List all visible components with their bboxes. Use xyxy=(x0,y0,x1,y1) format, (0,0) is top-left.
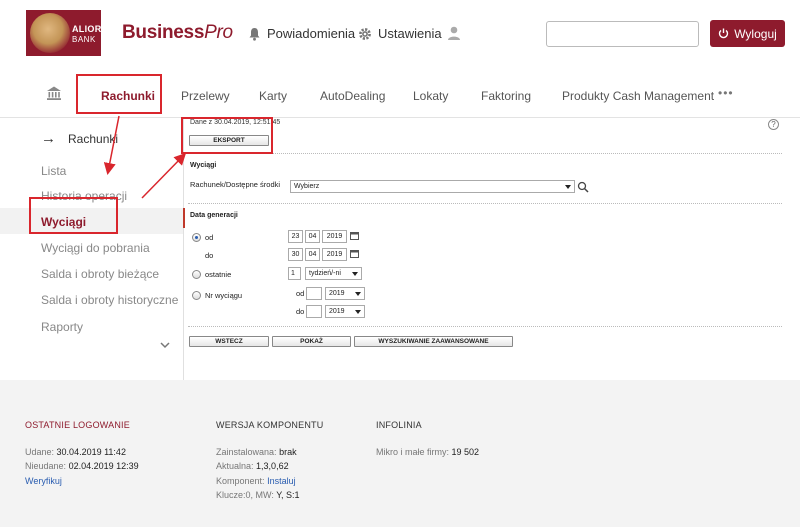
alior-bank-logo[interactable]: ALIOR BANK xyxy=(26,10,101,56)
divider xyxy=(188,153,782,154)
nr-do-input[interactable] xyxy=(306,305,322,318)
brand-main: Business xyxy=(122,22,205,43)
last-count-input[interactable]: 1 xyxy=(288,267,301,280)
header: ALIOR BANK BusinessPro Powiadomienia Ust… xyxy=(0,0,800,72)
component-installed: Zainstalowana: brak xyxy=(216,447,297,457)
install-link[interactable]: Instaluj xyxy=(267,476,296,486)
account-select-value: Wybierz xyxy=(294,183,320,190)
do-month-input[interactable]: 04 xyxy=(305,248,320,261)
arrow-right-icon: → xyxy=(41,130,56,147)
last-login-failed: Nieudane: 02.04.2019 12:39 xyxy=(25,461,139,471)
do-day-input[interactable]: 30 xyxy=(288,248,303,261)
statement-number-label: Nr wyciągu xyxy=(205,291,243,300)
tab-faktoring[interactable]: Faktoring xyxy=(481,89,531,103)
last-unit-select[interactable]: tydzień/-ni xyxy=(305,267,362,280)
od-label: od xyxy=(205,233,214,242)
annotation-box-eksport xyxy=(181,117,273,154)
divider xyxy=(188,203,782,204)
back-button[interactable]: WSTECZ xyxy=(189,336,269,347)
component-keys: Klucze:0, MW: Y, S:1 xyxy=(216,490,300,500)
advanced-search-button[interactable]: WYSZUKIWANIE ZAAWANSOWANE xyxy=(354,336,513,347)
annotation-box-rachunki xyxy=(76,74,162,114)
chevron-down-icon[interactable] xyxy=(160,340,170,350)
nr-do-year-select[interactable]: 2019 xyxy=(325,305,365,318)
sidebar-item-salda-historyczne[interactable]: Salda i obroty historyczne xyxy=(41,293,178,307)
component-install: Komponent: Instaluj xyxy=(216,476,296,486)
account-select[interactable]: Wybierz xyxy=(290,180,575,193)
nr-od-input[interactable] xyxy=(306,287,322,300)
tab-autodealing[interactable]: AutoDealing xyxy=(320,89,385,103)
brand-pro: Pro xyxy=(204,22,233,43)
component-version-title: WERSJA KOMPONENTU xyxy=(216,420,324,430)
nr-od-label: od xyxy=(296,289,305,298)
gear-icon xyxy=(359,27,371,40)
do-year-input[interactable]: 2019 xyxy=(322,248,347,261)
caret-down-icon xyxy=(355,310,361,314)
logo-text-alior: ALIOR xyxy=(72,24,101,34)
bank-icon[interactable] xyxy=(46,85,62,101)
lion-emblem-icon xyxy=(30,13,70,53)
nr-od-year-select[interactable]: 2019 xyxy=(325,287,365,300)
statements-panel: Dane z 30.04.2019, 12:51:45 ? EKSPORT Wy… xyxy=(183,118,800,380)
user-icon[interactable] xyxy=(446,25,462,41)
divider xyxy=(188,326,782,327)
annotation-box-wyciagi xyxy=(29,197,118,234)
logout-button[interactable]: Wyloguj xyxy=(710,20,785,47)
last-label: ostatnie xyxy=(205,270,232,279)
infoline-number: Mikro i małe firmy: 19 502 xyxy=(376,447,480,457)
component-current: Aktualna: 1,3,0,62 xyxy=(216,461,289,471)
tab-produkty-cash-management[interactable]: Produkty Cash Management xyxy=(562,89,714,103)
radio-last-period[interactable] xyxy=(192,270,201,279)
do-label: do xyxy=(205,251,214,260)
sidebar-item-salda-biezace[interactable]: Salda i obroty bieżące xyxy=(41,267,159,281)
show-button[interactable]: POKAŻ xyxy=(272,336,351,347)
last-unit-value: tydzień/-ni xyxy=(309,270,341,277)
tab-lokaty[interactable]: Lokaty xyxy=(413,89,448,103)
last-login-title: OSTATNIE LOGOWANIE xyxy=(25,420,130,430)
logo-text-bank: BANK xyxy=(72,35,96,44)
logout-label: Wyloguj xyxy=(734,26,777,41)
section-marker xyxy=(183,208,185,228)
nr-do-year-value: 2019 xyxy=(329,308,345,315)
search-input[interactable] xyxy=(546,21,699,47)
radio-date-range[interactable] xyxy=(192,233,201,242)
brand-title: BusinessPro xyxy=(122,22,233,44)
caret-down-icon xyxy=(355,292,361,296)
notifications-label: Powiadomienia xyxy=(267,26,356,41)
section-title-generation-date: Data generacji xyxy=(190,212,238,219)
sidebar-head-label: Rachunki xyxy=(68,131,119,146)
power-icon xyxy=(719,28,729,39)
sidebar-item-raporty[interactable]: Raporty xyxy=(41,320,83,334)
radio-statement-number[interactable] xyxy=(192,291,201,300)
od-day-input[interactable]: 23 xyxy=(288,230,303,243)
search-icon[interactable] xyxy=(577,181,589,193)
od-month-input[interactable]: 04 xyxy=(305,230,320,243)
tab-karty[interactable]: Karty xyxy=(259,89,287,103)
caret-down-icon xyxy=(565,185,571,189)
caret-down-icon xyxy=(352,272,358,276)
bell-icon xyxy=(249,27,260,41)
notifications-link[interactable]: Powiadomienia xyxy=(248,26,355,41)
tab-przelewy[interactable]: Przelewy xyxy=(181,89,230,103)
section-title-statements: Wyciągi xyxy=(190,162,217,169)
calendar-icon[interactable] xyxy=(350,231,359,240)
infoline-title: INFOLINIA xyxy=(376,420,422,430)
verify-link[interactable]: Weryfikuj xyxy=(25,476,62,486)
last-login-success: Udane: 30.04.2019 11:42 xyxy=(25,447,126,457)
od-year-input[interactable]: 2019 xyxy=(322,230,347,243)
sidebar-item-lista[interactable]: Lista xyxy=(41,164,66,178)
sidebar-back-link[interactable]: → Rachunki xyxy=(41,130,118,147)
calendar-icon[interactable] xyxy=(350,249,359,258)
more-menu-button[interactable]: ••• xyxy=(718,86,734,100)
sidebar: → Rachunki Lista Historia operacji Wycią… xyxy=(0,118,183,380)
sidebar-item-wyciagi-do-pobrania[interactable]: Wyciągi do pobrania xyxy=(41,241,150,255)
settings-label: Ustawienia xyxy=(378,26,442,41)
settings-link[interactable]: Ustawienia xyxy=(358,26,442,41)
nr-do-label: do xyxy=(296,307,305,316)
nr-od-year-value: 2019 xyxy=(329,290,345,297)
help-icon[interactable]: ? xyxy=(768,119,779,130)
account-label: Rachunek/Dostępne środki xyxy=(190,180,281,189)
footer: OSTATNIE LOGOWANIE Udane: 30.04.2019 11:… xyxy=(0,380,800,527)
